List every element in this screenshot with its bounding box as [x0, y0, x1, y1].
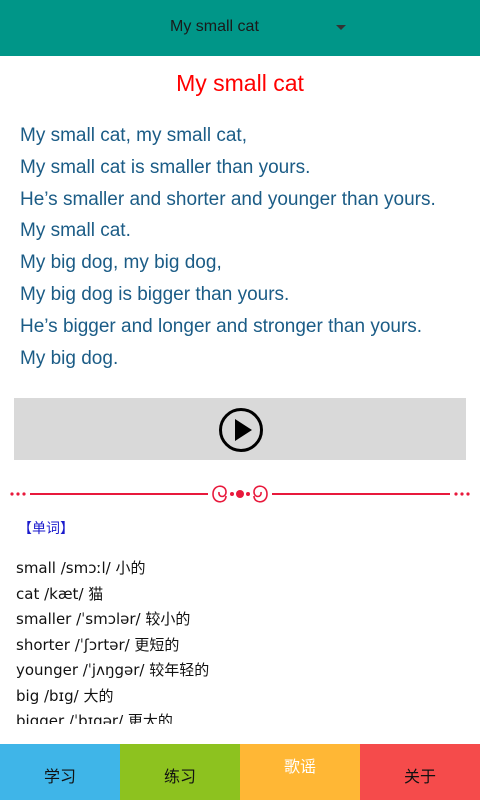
vocabulary-list[interactable]: small /smɔːl/ 小的 cat /kæt/ 猫 smaller /ˈs…	[16, 556, 456, 724]
bottom-navigation: 学习 练习 歌谣 关于	[0, 744, 480, 800]
lyrics-block: My small cat, my small cat, My small cat…	[20, 120, 475, 374]
song-selector-label: My small cat	[170, 18, 259, 35]
vocabulary-item: smaller /ˈsmɔlər/ 较小的	[16, 610, 191, 628]
tab-practice[interactable]: 练习	[120, 744, 240, 800]
tab-study-label: 学习	[43, 767, 76, 786]
play-icon	[219, 408, 263, 452]
tab-songs[interactable]: 歌谣	[240, 744, 360, 800]
lyric-line: My big dog.	[20, 347, 119, 369]
vocabulary-item: cat /kæt/ 猫	[16, 584, 104, 603]
dropdown-arrow-icon	[336, 25, 346, 30]
tab-study[interactable]: 学习	[0, 744, 120, 800]
lyric-line: My small cat, my small cat,	[20, 125, 247, 146]
play-button[interactable]	[218, 407, 264, 453]
song-title: My small cat	[176, 70, 304, 96]
tab-practice-label: 练习	[163, 767, 196, 786]
tab-about-label: 关于	[403, 767, 436, 786]
vocabulary-heading: 【单词】	[18, 521, 74, 537]
vocabulary-item: small /smɔːl/ 小的	[16, 559, 146, 577]
top-bar: My small cat	[0, 0, 480, 56]
lyric-line: He’s bigger and longer and stronger than…	[20, 315, 423, 337]
song-selector-dropdown[interactable]: My small cat	[140, 0, 360, 56]
lyric-line: My small cat.	[20, 220, 131, 242]
lyric-line: My big dog, my big dog,	[20, 252, 222, 274]
lyric-line: My big dog is bigger than yours.	[20, 283, 290, 305]
lyric-line: He’s smaller and shorter and younger tha…	[20, 188, 436, 210]
vocabulary-item: big /bɪg/ 大的	[16, 686, 114, 705]
tab-about[interactable]: 关于	[360, 744, 480, 800]
vocabulary-item: bigger /ˈbɪgər/ 更大的	[16, 712, 173, 724]
tab-songs-label: 歌谣	[283, 757, 316, 776]
vocabulary-item: younger /ˈjʌŋgər/ 较年轻的	[16, 661, 210, 679]
audio-player	[14, 398, 466, 460]
lyric-line: My small cat is smaller than yours.	[20, 156, 311, 178]
vocabulary-item: shorter /ˈʃɔrtər/ 更短的	[16, 635, 180, 654]
ornamental-divider	[10, 485, 470, 503]
